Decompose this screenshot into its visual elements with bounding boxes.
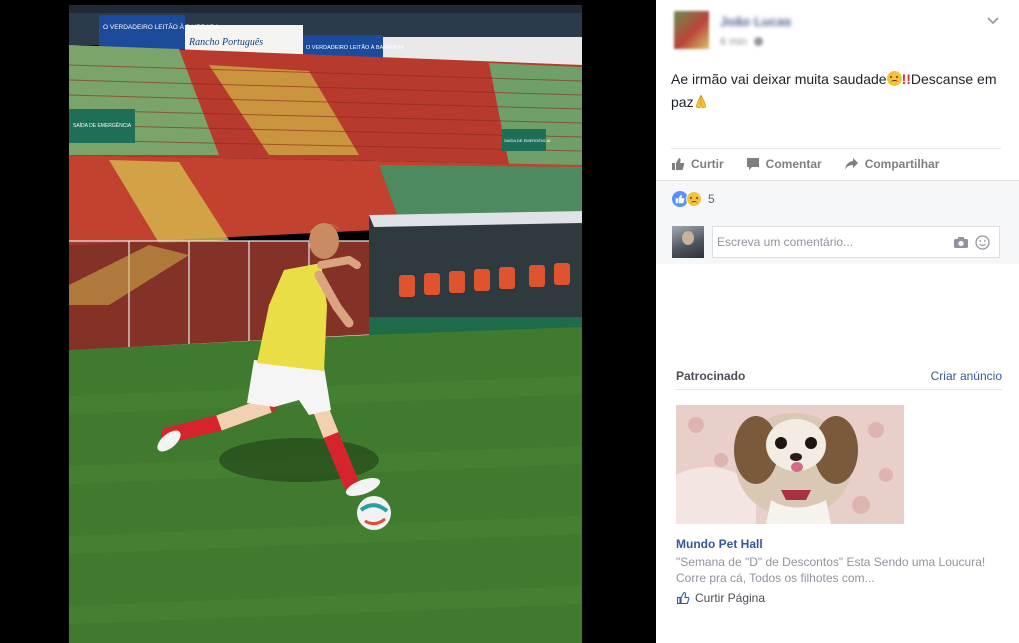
comment-composer (672, 226, 1002, 258)
like-button[interactable]: Curtir (671, 157, 724, 171)
share-button[interactable]: Compartilhar (844, 157, 940, 171)
banner-left: O VERDADEIRO LEITÃO À BAIRRADA (103, 22, 220, 31)
author-avatar[interactable] (674, 11, 709, 49)
post-text-part1: Ae irmão vai deixar muita saudade (671, 71, 887, 87)
post-header: João Lucas 6 min (656, 0, 1019, 60)
post-meta: 6 min (720, 36, 763, 48)
ad-page-name[interactable]: Mundo Pet Hall (676, 537, 763, 551)
sign-left: SAÍDA DE EMERGÊNCIA (73, 121, 132, 129)
share-label: Compartilhar (864, 157, 940, 171)
ad-description[interactable]: "Semana de "D" de Descontos" Esta Sendo … (676, 554, 1006, 586)
divider (671, 148, 1001, 149)
thumbs-up-icon (676, 591, 690, 605)
double-exclamation-icon: !! (901, 71, 911, 87)
speech-bubble-icon (746, 158, 759, 170)
praying-hands-icon (695, 94, 706, 109)
ad-image[interactable] (676, 405, 904, 524)
chevron-down-icon[interactable] (985, 12, 1001, 28)
photo-stage: O VERDADEIRO LEITÃO À BAIRRADA Rancho Po… (0, 0, 656, 643)
reactions-summary[interactable]: 5 (672, 191, 715, 207)
banner-right: O VERDADEIRO LEITÃO À BAIRRADA (306, 44, 404, 51)
feedback-area: 5 (656, 180, 1019, 264)
post-text: Ae irmão vai deixar muita saudade !!Desca… (671, 68, 1001, 114)
smiley-icon[interactable] (975, 235, 990, 250)
sad-emoji-icon (886, 71, 902, 86)
sponsored-header: Patrocinado Criar anúncio (676, 366, 1002, 390)
comment-input[interactable] (717, 233, 947, 251)
post-panel: João Lucas 6 min Ae irmão vai deixar mui… (656, 0, 1019, 643)
dog-photo (676, 405, 904, 524)
sad-reaction-icon (686, 191, 702, 207)
sign-right: SAÍDA DE EMERGÊNCIA (504, 138, 551, 143)
post-actions: Curtir Comentar Compartilhar (671, 152, 1001, 176)
globe-icon (753, 37, 763, 46)
create-ad-link[interactable]: Criar anúncio (931, 369, 1002, 383)
sponsored-title: Patrocinado (676, 369, 746, 383)
viewer-avatar (672, 226, 704, 258)
ad-like-label: Curtir Página (695, 591, 766, 605)
post-photo[interactable]: O VERDADEIRO LEITÃO À BAIRRADA Rancho Po… (69, 5, 582, 643)
ad-like-page-button[interactable]: Curtir Página (676, 591, 765, 605)
thumbs-up-icon (672, 158, 685, 170)
like-label: Curtir (691, 157, 724, 171)
comment-label: Comentar (765, 157, 822, 171)
camera-icon[interactable] (953, 236, 969, 249)
stadium-photo: O VERDADEIRO LEITÃO À BAIRRADA Rancho Po… (69, 5, 582, 643)
share-arrow-icon (844, 158, 858, 170)
post-time[interactable]: 6 min (720, 36, 747, 48)
reaction-count: 5 (708, 192, 715, 206)
banner-middle: Rancho Português (188, 37, 263, 48)
comment-box[interactable] (712, 226, 1000, 258)
comment-button[interactable]: Comentar (746, 157, 822, 171)
author-name[interactable]: João Lucas (720, 14, 792, 29)
